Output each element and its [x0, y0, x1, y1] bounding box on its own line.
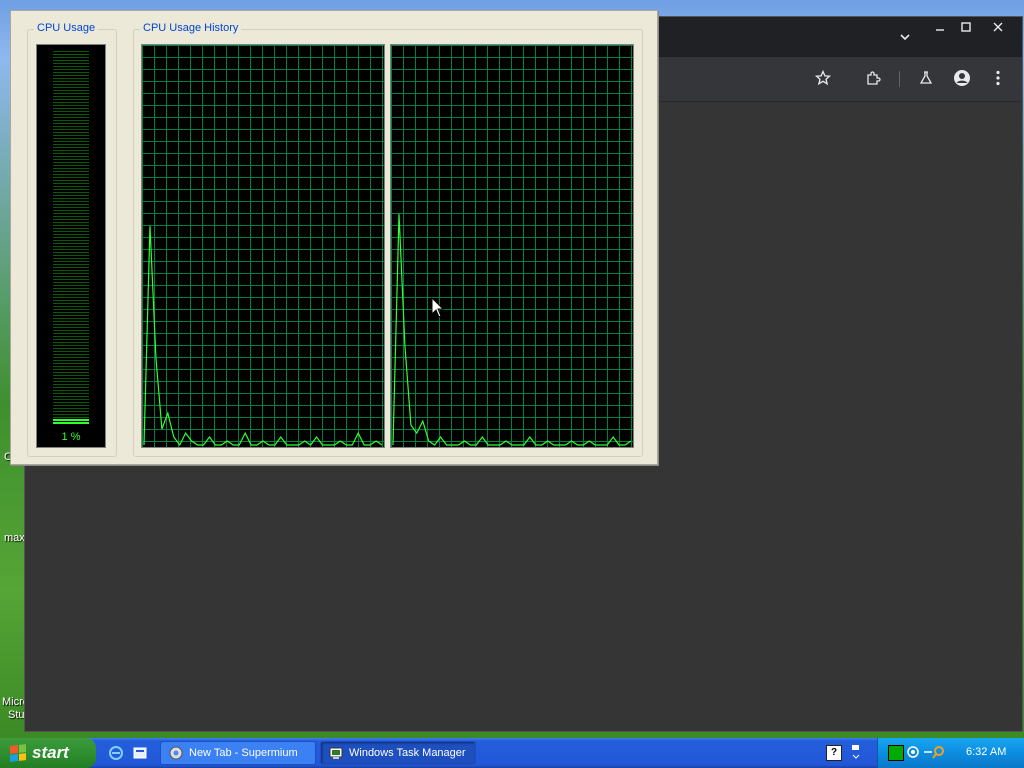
maximize-icon[interactable] [953, 17, 979, 37]
chevron-down-icon[interactable] [891, 25, 919, 49]
network-icon[interactable] [850, 743, 862, 763]
browser-icon [169, 746, 183, 760]
cpu-history-graph-2 [390, 44, 634, 448]
flask-icon[interactable] [913, 65, 939, 91]
cpu-history-graph-1 [141, 44, 385, 448]
cpu-history-title: CPU Usage History [140, 22, 242, 34]
explorer-icon[interactable] [132, 745, 148, 761]
system-tray: 6:32 AM [877, 738, 1024, 768]
task-manager-window: CPU Usage 1 % CPU Usage History [10, 10, 658, 465]
cpu-history-group: CPU Usage History [133, 22, 643, 457]
help-icon[interactable]: ? [826, 745, 842, 761]
mouse-cursor-icon [431, 297, 445, 318]
cpu-history-series-line [143, 226, 383, 447]
cpu-usage-title: CPU Usage [34, 22, 99, 34]
desktop-icon-label[interactable]: max [4, 532, 25, 544]
search-icon[interactable] [924, 745, 944, 759]
star-icon[interactable] [810, 65, 836, 91]
cpu-usage-group: CPU Usage 1 % [27, 22, 117, 457]
task-label: Windows Task Manager [349, 747, 466, 759]
taskbar-button-task-manager[interactable]: Windows Task Manager [320, 741, 476, 765]
kebab-menu-icon[interactable] [985, 65, 1011, 91]
toolbar-divider [899, 71, 900, 87]
person-icon[interactable] [949, 65, 975, 91]
start-label: start [32, 743, 69, 762]
cpu-meter-icon[interactable] [888, 745, 904, 761]
ie-icon[interactable] [108, 745, 124, 761]
cpu-history-series-line [392, 214, 632, 446]
taskbar: start New Tab - Supermium Windows Task M… [0, 738, 1024, 768]
start-button[interactable]: start [0, 738, 96, 768]
close-icon[interactable] [983, 17, 1013, 37]
cpu-history-chart-2 [392, 214, 632, 446]
cpu-meter-bars [53, 51, 89, 419]
task-label: New Tab - Supermium [189, 747, 298, 759]
cpu-history-chart-1 [143, 226, 383, 447]
taskbar-button-browser[interactable]: New Tab - Supermium [160, 741, 316, 765]
cpu-usage-meter: 1 % [36, 44, 106, 448]
cpu-percent: 1 % [61, 431, 81, 443]
clock[interactable]: 6:32 AM [966, 746, 1006, 758]
desktop-icon-label[interactable]: Stu [8, 709, 25, 721]
minimize-icon[interactable] [927, 17, 953, 37]
taskmgr-icon [329, 747, 343, 759]
windows-logo-icon [10, 744, 26, 762]
network2-icon[interactable] [906, 745, 920, 759]
cpu-meter-fill [53, 419, 89, 425]
puzzle-icon[interactable] [860, 65, 886, 91]
